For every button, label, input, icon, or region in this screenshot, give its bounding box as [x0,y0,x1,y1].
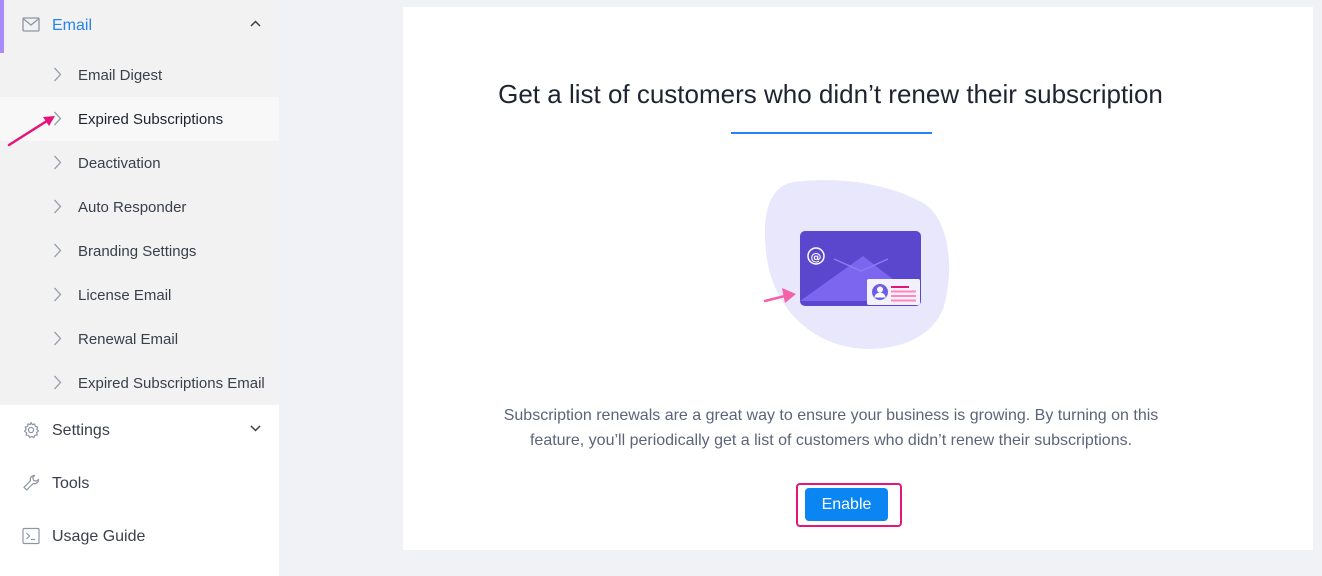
chevron-right-icon [54,375,62,390]
sidebar-item-label: Usage Guide [52,528,146,545]
main-card: Get a list of customers who didn’t renew… [403,7,1313,550]
sidebar-subitem-label: License Email [78,287,172,304]
feature-description: Subscription renewals are a great way to… [503,407,1159,449]
page-title: Get a list of customers who didn’t renew… [498,79,1163,109]
sidebar-subitem-label: Renewal Email [78,331,179,348]
sidebar-subitem-label: Email Digest [78,67,163,84]
sidebar-item-settings[interactable]: Settings [0,405,279,455]
sidebar-subitem-label: Auto Responder [78,199,187,216]
sidebar-item-label: Email [52,17,93,34]
sidebar-subitem-auto-responder[interactable]: Auto Responder [0,185,279,229]
sidebar-subitem-label: Branding Settings [78,243,197,260]
gear-icon [24,421,40,439]
sidebar: Email Email Digest Expired Subscriptions… [0,0,279,576]
sidebar-item-label: Tools [52,475,90,492]
svg-text:@: @ [811,251,822,264]
chevron-right-icon [54,67,62,82]
email-submenu: Email Digest Expired Subscriptions Deact… [0,53,279,405]
terminal-icon [22,527,40,545]
sidebar-subitem-branding-settings[interactable]: Branding Settings [0,229,279,273]
chevron-right-icon [54,243,62,258]
chevron-up-icon[interactable] [250,20,261,27]
chevron-right-icon [54,331,62,346]
sidebar-item-tools[interactable]: Tools [0,458,279,508]
sidebar-subitem-label: Expired Subscriptions [78,111,224,128]
sidebar-subitem-label: Deactivation [78,155,161,172]
sidebar-subitem-license-email[interactable]: License Email [0,273,279,317]
title-underline [731,132,932,134]
chevron-right-icon [54,155,62,170]
sidebar-item-email[interactable]: Email [0,0,279,53]
sidebar-subitem-email-digest[interactable]: Email Digest [0,53,279,97]
chevron-down-icon[interactable] [250,425,261,432]
chevron-right-icon [54,199,62,214]
sidebar-item-label: Settings [52,422,110,439]
annotation-arrow-icon [7,116,55,147]
envelope-illustration: @ [763,180,950,349]
wrench-icon [23,474,40,491]
chevron-right-icon [54,287,62,302]
sidebar-subitem-label: Expired Subscriptions Email [78,375,265,392]
sidebar-subitem-expired-subscriptions-email[interactable]: Expired Subscriptions Email [0,361,279,405]
enable-button[interactable]: Enable [805,488,888,521]
mail-icon [22,17,40,32]
sidebar-item-usage-guide[interactable]: Usage Guide [0,511,279,561]
sidebar-subitem-renewal-email[interactable]: Renewal Email [0,317,279,361]
